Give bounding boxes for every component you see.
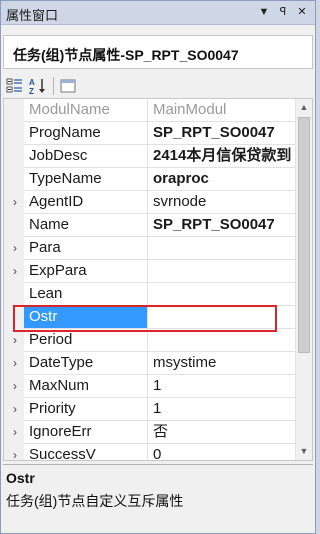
svg-text:A: A xyxy=(29,78,35,87)
property-row[interactable]: › SuccessV 0 xyxy=(4,444,297,460)
expand-chevron-icon[interactable]: › xyxy=(9,242,21,254)
property-name[interactable]: Period xyxy=(24,329,148,352)
property-name[interactable]: SuccessV xyxy=(24,444,148,460)
property-name[interactable]: IgnoreErr xyxy=(24,421,148,444)
expand-chevron-icon[interactable]: › xyxy=(9,426,21,438)
property-row[interactable]: ModulName MainModul xyxy=(4,99,297,122)
property-name[interactable]: Ostr xyxy=(24,306,148,329)
property-rows: ModulName MainModul ProgName SP_RPT_SO0047 J… xyxy=(4,99,297,460)
property-name[interactable]: Para xyxy=(24,237,148,260)
property-name[interactable]: JobDesc xyxy=(24,145,148,168)
property-value[interactable]: 1 xyxy=(148,398,297,421)
property-row[interactable]: ProgName SP_RPT_SO0047 xyxy=(4,122,297,145)
property-value[interactable] xyxy=(148,260,297,283)
property-grid: ModulName MainModul ProgName SP_RPT_SO0047 J… xyxy=(3,98,313,461)
expand-chevron-icon[interactable]: › xyxy=(9,403,21,415)
property-name[interactable]: TypeName xyxy=(24,168,148,191)
description-text: 任务(组)节点自定义互斥属性 xyxy=(6,493,184,509)
property-value[interactable] xyxy=(148,306,297,329)
property-row[interactable]: › Para xyxy=(4,237,297,260)
window-title: 属性窗口 xyxy=(6,8,59,23)
alphabetical-sort-icon[interactable]: A Z xyxy=(28,76,48,96)
property-value[interactable] xyxy=(148,283,297,306)
property-value[interactable]: 2414本月信保贷款到 xyxy=(148,145,297,168)
title-bar: 属性窗口 ▼ ꟼ ✕ xyxy=(1,1,315,25)
toolbar-separator xyxy=(53,77,54,95)
property-row[interactable]: Ostr xyxy=(4,306,297,329)
property-name[interactable]: ExpPara xyxy=(24,260,148,283)
property-row[interactable]: › Priority 1 xyxy=(4,398,297,421)
object-selector-value: 任务(组)节点属性-SP_RPT_SO0047 xyxy=(13,47,239,63)
property-row[interactable]: › IgnoreErr 否 xyxy=(4,421,297,444)
expand-chevron-icon[interactable]: › xyxy=(9,334,21,346)
property-value[interactable] xyxy=(148,329,297,352)
property-value[interactable]: 1 xyxy=(148,375,297,398)
object-selector[interactable]: 任务(组)节点属性-SP_RPT_SO0047 xyxy=(3,35,313,69)
expand-chevron-icon[interactable]: › xyxy=(9,380,21,392)
property-row[interactable]: › MaxNum 1 xyxy=(4,375,297,398)
property-pages-icon[interactable] xyxy=(58,76,78,96)
scrollbar-thumb[interactable] xyxy=(298,117,310,353)
expand-chevron-icon[interactable]: › xyxy=(9,196,21,208)
categorized-icon[interactable] xyxy=(5,76,25,96)
property-name[interactable]: ProgName xyxy=(24,122,148,145)
property-value[interactable] xyxy=(148,237,297,260)
property-value[interactable]: 否 xyxy=(148,421,297,444)
close-icon[interactable]: ✕ xyxy=(294,4,310,20)
property-value[interactable]: SP_RPT_SO0047 xyxy=(148,122,297,145)
property-value[interactable]: 0 xyxy=(148,444,297,460)
expand-chevron-icon[interactable]: › xyxy=(9,449,21,460)
svg-text:Z: Z xyxy=(29,87,34,96)
property-value[interactable]: oraproc xyxy=(148,168,297,191)
description-panel: Ostr 任务(组)节点自定义互斥属性 xyxy=(3,464,313,531)
vertical-scrollbar[interactable]: ▲ ▼ xyxy=(295,99,312,460)
property-row[interactable]: Name SP_RPT_SO0047 xyxy=(4,214,297,237)
property-name[interactable]: MaxNum xyxy=(24,375,148,398)
property-row[interactable]: TypeName oraproc xyxy=(4,168,297,191)
description-title: Ostr xyxy=(6,470,35,486)
property-name[interactable]: Priority xyxy=(24,398,148,421)
scroll-down-icon[interactable]: ▼ xyxy=(296,443,312,460)
property-row[interactable]: › AgentID svrnode xyxy=(4,191,297,214)
property-value[interactable]: msystime xyxy=(148,352,297,375)
property-name[interactable]: AgentID xyxy=(24,191,148,214)
expand-chevron-icon[interactable]: › xyxy=(9,265,21,277)
scroll-up-icon[interactable]: ▲ xyxy=(296,99,312,116)
property-value[interactable]: SP_RPT_SO0047 xyxy=(148,214,297,237)
property-name[interactable]: ModulName xyxy=(24,99,148,122)
property-row[interactable]: › DateType msystime xyxy=(4,352,297,375)
property-toolbar: A Z xyxy=(3,73,313,99)
property-row[interactable]: › Period xyxy=(4,329,297,352)
pin-icon[interactable]: ꟼ xyxy=(275,4,291,20)
property-value[interactable]: MainModul xyxy=(148,99,297,122)
property-row[interactable]: › ExpPara xyxy=(4,260,297,283)
property-name[interactable]: Lean xyxy=(24,283,148,306)
property-name[interactable]: Name xyxy=(24,214,148,237)
property-row[interactable]: Lean xyxy=(4,283,297,306)
dropdown-arrow-icon[interactable]: ▼ xyxy=(256,4,272,20)
property-value[interactable]: svrnode xyxy=(148,191,297,214)
expand-chevron-icon[interactable]: › xyxy=(9,357,21,369)
properties-window: 属性窗口 ▼ ꟼ ✕ 任务(组)节点属性-SP_RPT_SO0047 A Z M… xyxy=(0,0,316,534)
property-row[interactable]: JobDesc 2414本月信保贷款到 xyxy=(4,145,297,168)
property-name[interactable]: DateType xyxy=(24,352,148,375)
